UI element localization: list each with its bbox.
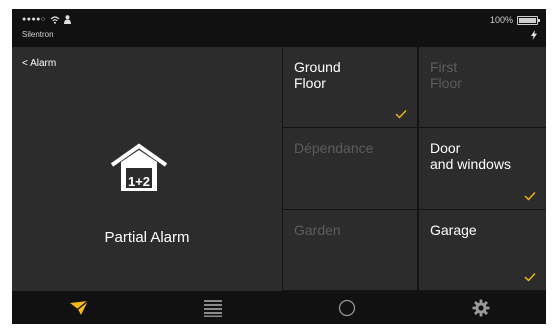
- carrier-name: Silentron: [22, 30, 54, 39]
- list-icon: [204, 299, 222, 317]
- signal-dots-icon: ●●●●○: [22, 15, 46, 23]
- zone-tile[interactable]: Ground Floor: [282, 47, 417, 128]
- checkmark-icon: [395, 110, 407, 119]
- zone-label: First Floor: [430, 59, 462, 91]
- zone-tile[interactable]: Garden: [282, 210, 417, 291]
- zone-label: Door and windows: [430, 140, 511, 172]
- user-icon: [63, 15, 71, 24]
- wifi-icon: [50, 15, 60, 24]
- device-screen: ●●●●○ Silentron 100% < Alarm 1+2 Partial…: [12, 9, 546, 324]
- checkmark-icon: [524, 273, 536, 282]
- nav-status[interactable]: [280, 291, 414, 324]
- alarm-mode-panel: < Alarm 1+2 Partial Alarm: [12, 47, 282, 291]
- zone-tile[interactable]: Garage: [417, 210, 546, 291]
- battery-icon: [517, 15, 540, 25]
- charging-bolt-icon: [531, 30, 537, 40]
- nav-alarm[interactable]: [12, 291, 146, 324]
- zone-grid: Ground Floor First Floor Dépendance Door…: [282, 47, 546, 291]
- battery-percent: 100%: [489, 15, 513, 25]
- battery-status: 100%: [489, 15, 540, 25]
- zone-label: Garden: [294, 222, 341, 238]
- zone-label: Dépendance: [294, 140, 374, 156]
- paper-plane-icon: [70, 299, 89, 315]
- zone-label: Garage: [430, 222, 477, 238]
- signal-area: ●●●●○: [22, 15, 71, 24]
- back-button[interactable]: < Alarm: [22, 58, 56, 69]
- zone-tile[interactable]: Door and windows: [417, 128, 546, 210]
- gear-icon: [472, 299, 490, 316]
- circle-icon: [338, 299, 356, 316]
- alarm-mode-label: Partial Alarm: [104, 229, 190, 246]
- nav-settings[interactable]: [414, 291, 546, 324]
- nav-list[interactable]: [146, 291, 280, 324]
- zone-tile[interactable]: First Floor: [417, 47, 546, 128]
- status-bar: ●●●●○ Silentron 100%: [12, 9, 546, 47]
- checkmark-icon: [524, 192, 536, 201]
- zone-tile[interactable]: Dépendance: [282, 128, 417, 210]
- house-badge: 1+2: [127, 174, 151, 189]
- zone-label: Ground Floor: [294, 59, 341, 91]
- bottom-nav: [12, 291, 546, 324]
